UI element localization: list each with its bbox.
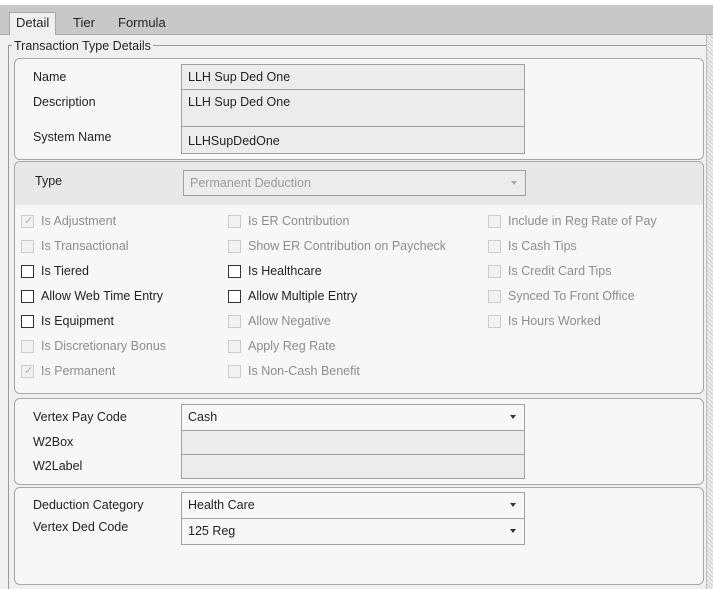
identity-section: Name LLH Sup Ded One Description LLH Sup…	[14, 58, 704, 160]
checkbox-box	[21, 290, 34, 303]
tab-strip: Detail Tier Formula	[0, 5, 713, 36]
checkbox-box	[228, 315, 241, 328]
vertex-pay-code-value: Cash	[188, 410, 218, 424]
checkbox-box	[21, 240, 34, 253]
check-mark-icon: ✓	[24, 365, 34, 377]
checkbox-box: ✓	[21, 365, 34, 378]
vertex-section: Vertex Pay Code Cash W2Box W2Label	[14, 398, 704, 485]
group-border-left	[8, 45, 9, 589]
checkbox-box	[228, 290, 241, 303]
chevron-down-icon	[510, 503, 516, 507]
vertex-ded-code-label: Vertex Ded Code	[33, 520, 129, 534]
chevron-down-icon	[510, 415, 516, 419]
checkbox-box: ✓	[21, 215, 34, 228]
name-label: Name	[33, 70, 67, 84]
type-select[interactable]: Permanent Deduction	[183, 170, 526, 196]
check-mark-icon: ✓	[24, 215, 34, 227]
checkbox-box	[228, 215, 241, 228]
description-label: Description	[33, 95, 96, 109]
w2box-label: W2Box	[33, 435, 74, 449]
checkbox-box	[488, 315, 501, 328]
chevron-down-icon	[511, 181, 517, 185]
checkbox-box	[21, 315, 34, 328]
deduction-section: Deduction Category Health Care Vertex De…	[14, 487, 704, 585]
tab-tier[interactable]: Tier	[73, 15, 95, 30]
checkbox-box	[488, 265, 501, 278]
chevron-down-icon	[510, 529, 516, 533]
name-field[interactable]: LLH Sup Ded One	[181, 64, 525, 90]
vertex-pay-code-select[interactable]: Cash	[181, 404, 525, 431]
checkbox-box	[488, 290, 501, 303]
vertex-pay-code-label: Vertex Pay Code	[33, 410, 127, 424]
deduction-category-label: Deduction Category	[33, 498, 144, 512]
deduction-category-select[interactable]: Health Care	[181, 492, 525, 519]
checkbox-box	[21, 265, 34, 278]
tab-detail[interactable]: Detail	[9, 12, 57, 36]
checkbox-box	[228, 265, 241, 278]
group-title: Transaction Type Details	[12, 39, 153, 53]
panel-resize-edge[interactable]	[706, 35, 713, 589]
checkbox-box	[228, 365, 241, 378]
w2box-field[interactable]	[181, 430, 525, 455]
deduction-category-value: Health Care	[188, 498, 255, 512]
checkbox-box	[488, 215, 501, 228]
system-name-field[interactable]: LLHSupDedOne	[181, 126, 525, 154]
type-label: Type	[35, 174, 63, 188]
checkbox-box	[21, 340, 34, 353]
type-section: Type Permanent Deduction ✓ Is Adjustment…	[14, 161, 704, 394]
checkbox-box	[488, 240, 501, 253]
system-name-label: System Name	[33, 130, 112, 144]
w2label-label: W2Label	[33, 459, 83, 473]
checkbox-box	[228, 340, 241, 353]
description-field[interactable]: LLH Sup Ded One	[181, 89, 525, 127]
vertex-ded-code-value: 125 Reg	[188, 524, 236, 538]
type-select-value: Permanent Deduction	[190, 176, 311, 190]
vertex-ded-code-select[interactable]: 125 Reg	[181, 518, 525, 545]
w2label-field[interactable]	[181, 454, 525, 479]
checkbox-box	[228, 240, 241, 253]
tab-formula[interactable]: Formula	[118, 15, 166, 30]
